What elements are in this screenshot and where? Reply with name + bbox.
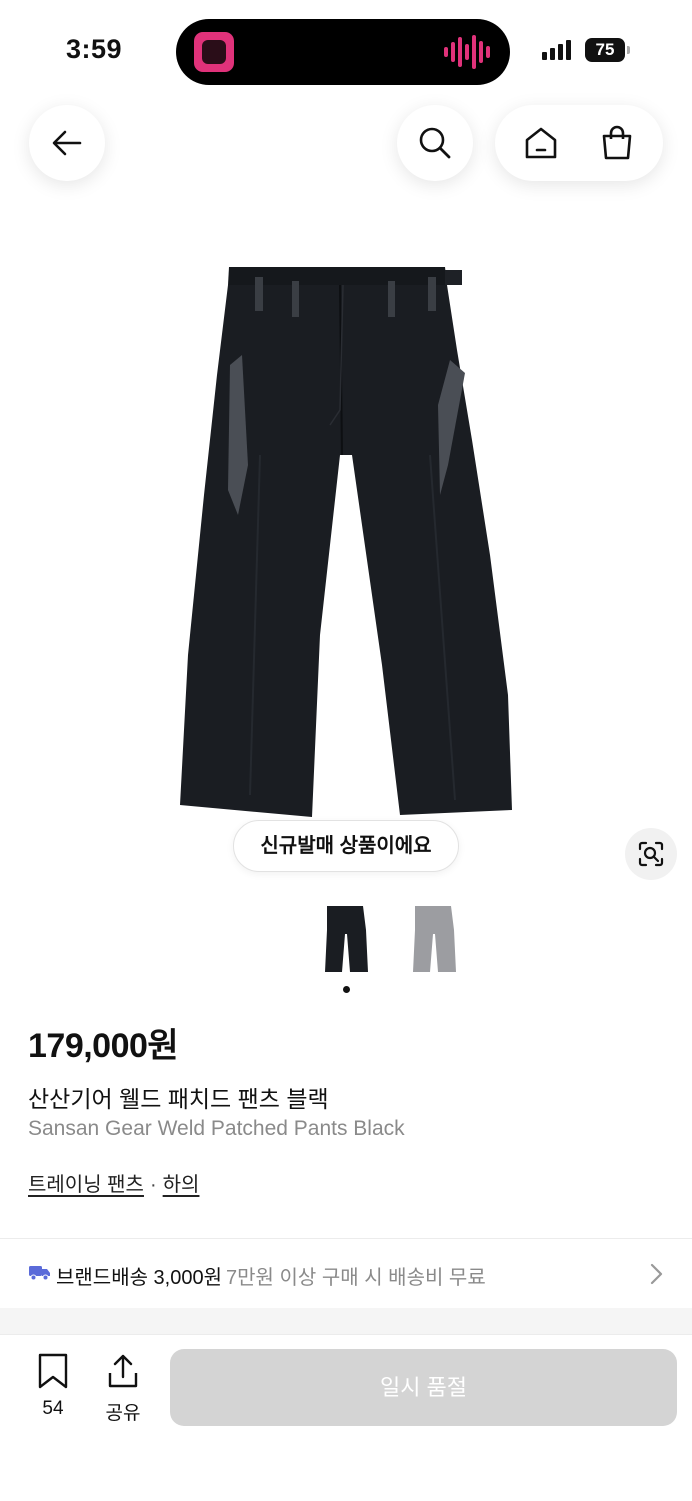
thumbnail-gray[interactable] bbox=[408, 900, 460, 980]
bookmark-count: 54 bbox=[42, 1398, 64, 1419]
bottom-action-bar: 54 공유 일시 품절 bbox=[0, 1334, 692, 1501]
carousel-indicator bbox=[343, 986, 350, 993]
share-button[interactable]: 공유 bbox=[97, 1353, 149, 1425]
nav-actions bbox=[495, 105, 663, 181]
sold-out-button[interactable]: 일시 품절 bbox=[170, 1349, 677, 1426]
new-release-badge: 신규발매 상품이에요 bbox=[233, 820, 459, 872]
shipping-info-row[interactable]: 브랜드배송 3,000원 7만원 이상 구매 시 배송비 무료 bbox=[0, 1240, 692, 1308]
color-thumbnails bbox=[320, 900, 470, 980]
back-button[interactable] bbox=[29, 105, 105, 181]
shopping-bag-icon bbox=[602, 125, 632, 160]
cellular-signal-icon bbox=[542, 40, 571, 60]
back-arrow-icon bbox=[52, 130, 82, 156]
dynamic-island[interactable] bbox=[176, 19, 510, 85]
share-icon bbox=[108, 1354, 138, 1388]
image-search-button[interactable] bbox=[625, 828, 677, 880]
shipping-fee: 브랜드배송 3,000원 bbox=[56, 1267, 223, 1289]
status-time: 3:59 bbox=[66, 34, 123, 64]
search-button[interactable] bbox=[397, 105, 473, 181]
truck-icon bbox=[29, 1266, 50, 1281]
divider bbox=[0, 1238, 692, 1239]
bookmark-icon bbox=[38, 1353, 68, 1389]
shipping-text: 브랜드배송 3,000원 7만원 이상 구매 시 배송비 무료 bbox=[56, 1261, 486, 1290]
search-icon bbox=[419, 127, 451, 159]
home-button[interactable] bbox=[511, 113, 571, 173]
home-icon bbox=[525, 127, 557, 159]
battery-indicator: 75 bbox=[585, 38, 630, 62]
audio-wave-icon bbox=[444, 35, 490, 69]
product-name-korean: 산산기어 웰드 패치드 팬츠 블랙 bbox=[28, 1086, 329, 1112]
chevron-right-icon bbox=[650, 1263, 663, 1285]
product-image[interactable] bbox=[160, 255, 530, 830]
now-playing-app-icon bbox=[194, 32, 234, 72]
status-bar: 3:59 75 bbox=[0, 0, 692, 100]
section-separator bbox=[0, 1308, 692, 1334]
breadcrumb: 트레이닝 팬츠 · 하의 bbox=[28, 1168, 199, 1197]
cart-button[interactable] bbox=[587, 113, 647, 173]
thumbnail-black[interactable] bbox=[320, 900, 372, 980]
bookmark-button[interactable]: 54 bbox=[27, 1353, 79, 1420]
product-price: 179,000원 bbox=[28, 1027, 179, 1065]
category-link-bottoms[interactable]: 하의 bbox=[163, 1174, 200, 1196]
free-shipping-note: 7만원 이상 구매 시 배송비 무료 bbox=[226, 1267, 486, 1289]
breadcrumb-separator: · bbox=[149, 1174, 157, 1196]
lens-search-icon bbox=[638, 841, 664, 867]
category-link-training-pants[interactable]: 트레이닝 팬츠 bbox=[28, 1174, 144, 1196]
product-name-english: Sansan Gear Weld Patched Pants Black bbox=[28, 1117, 405, 1140]
share-label: 공유 bbox=[105, 1403, 141, 1424]
